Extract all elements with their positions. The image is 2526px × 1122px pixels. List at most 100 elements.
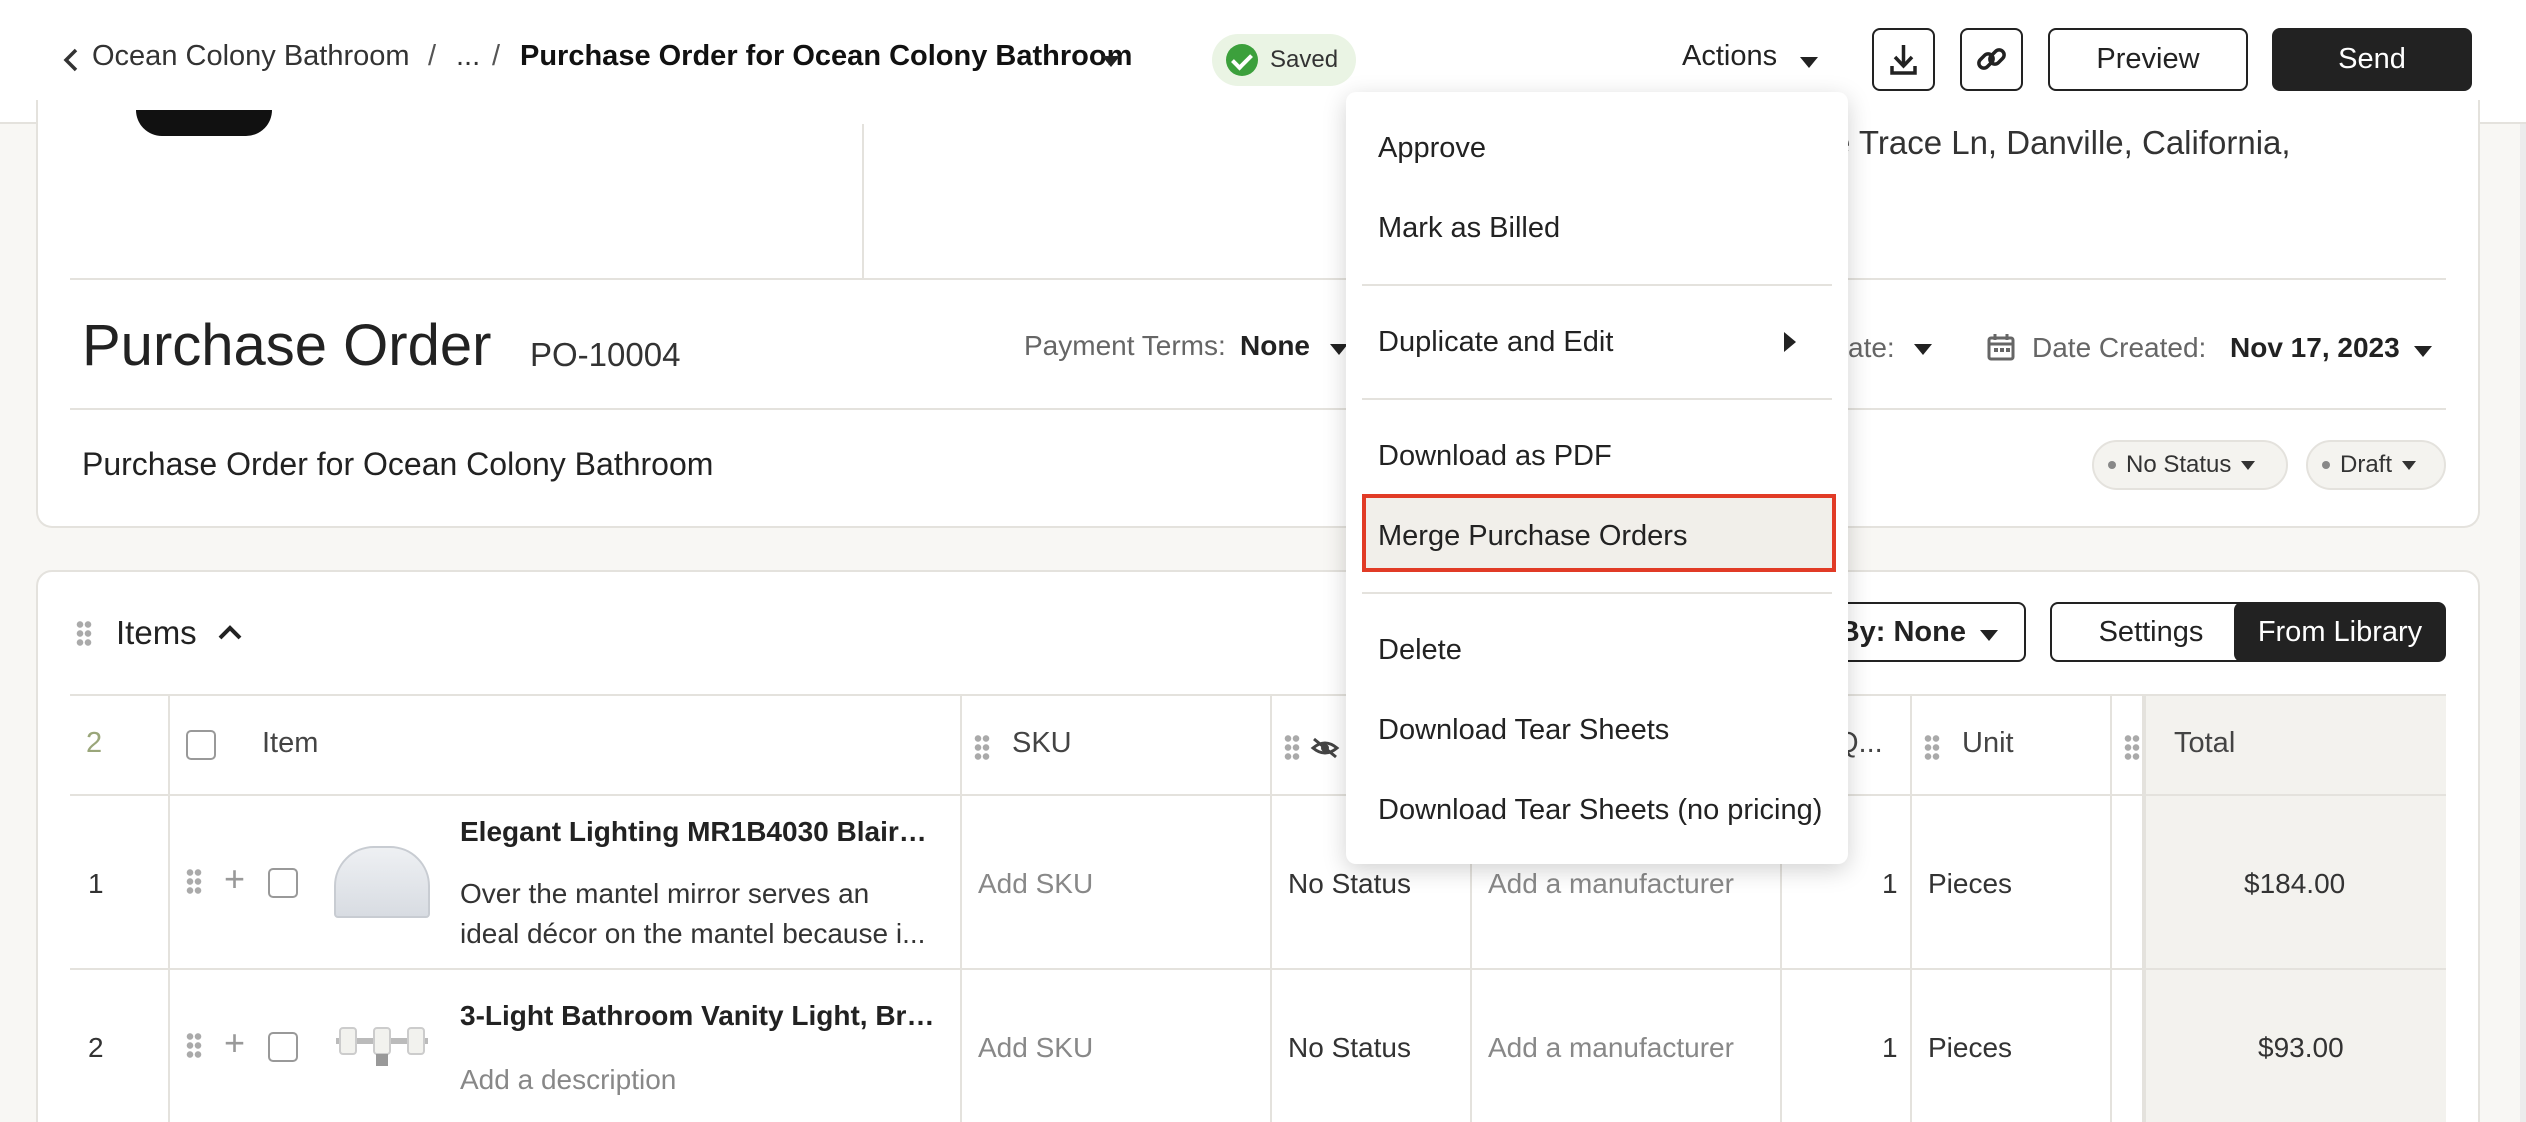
menu-item-download-tear-sheets-no-pricing[interactable]: Download Tear Sheets (no pricing) [1378, 794, 1822, 827]
po-subtitle[interactable]: Purchase Order for Ocean Colony Bathroom [82, 446, 713, 483]
item-description-line[interactable]: ideal décor on the mantel because i... [460, 918, 925, 950]
divider [862, 124, 864, 280]
actions-dropdown-icon[interactable] [1800, 55, 1818, 73]
select-all-checkbox[interactable] [186, 730, 216, 760]
send-button[interactable]: Send [2272, 28, 2472, 91]
items-section-title: Items [116, 614, 197, 651]
saved-label: Saved [1270, 46, 1339, 73]
actions-button[interactable]: Actions [1682, 40, 1777, 73]
menu-divider [1362, 398, 1832, 400]
column-divider [1910, 696, 1912, 1122]
breadcrumb-current[interactable]: Purchase Order for Ocean Colony Bathroom [520, 40, 1132, 73]
page-title: Purchase Order [82, 313, 492, 378]
download-icon [1890, 45, 1917, 75]
menu-divider [1362, 284, 1832, 286]
date-dropdown-icon[interactable] [1914, 342, 1932, 360]
sku-field[interactable]: Add SKU [978, 868, 1093, 900]
column-divider [960, 696, 962, 1122]
menu-divider [1362, 592, 1832, 594]
breadcrumb-ellipsis[interactable]: ... [456, 40, 480, 73]
row-divider [70, 794, 2446, 796]
quantity-field[interactable]: 1 [1882, 868, 1898, 900]
payment-terms-label: Payment Terms: [1024, 330, 1226, 361]
menu-item-download-tear-sheets[interactable]: Download Tear Sheets [1378, 714, 1669, 747]
draft-pill[interactable]: Draft [2306, 440, 2446, 490]
item-thumbnail-mirror [334, 846, 430, 918]
chevron-up-icon[interactable] [216, 620, 244, 644]
menu-item-approve[interactable]: Approve [1378, 132, 1486, 165]
status-dot-icon [2108, 461, 2116, 469]
caret-down-icon [2241, 460, 2256, 470]
item-status[interactable]: No Status [1288, 1032, 1411, 1064]
add-row-icon[interactable]: + [224, 1022, 245, 1064]
column-header-sku[interactable]: SKU [1012, 727, 1072, 760]
row-checkbox[interactable] [268, 1032, 298, 1062]
drag-handle-icon[interactable] [186, 1032, 202, 1058]
drag-handle-icon[interactable] [1284, 734, 1300, 760]
item-name[interactable]: Elegant Lighting MR1B4030 Blaire 3... [460, 816, 940, 848]
vendor-address: e Trace Ln, Danville, California, [1832, 124, 2291, 161]
row-checkbox[interactable] [268, 868, 298, 898]
date-created-dropdown-icon[interactable] [2414, 344, 2432, 362]
divider [70, 278, 2446, 280]
chevron-left-icon[interactable] [60, 44, 82, 76]
menu-item-delete[interactable]: Delete [1378, 634, 1462, 667]
unit-field[interactable]: Pieces [1928, 1032, 2012, 1064]
add-row-icon[interactable]: + [224, 858, 245, 900]
item-name[interactable]: 3-Light Bathroom Vanity Light, Brus... [460, 1000, 940, 1032]
drag-handle-icon[interactable] [2124, 734, 2140, 760]
submenu-arrow-icon [1784, 332, 1796, 352]
sku-field[interactable]: Add SKU [978, 1032, 1093, 1064]
from-library-button[interactable]: From Library [2234, 602, 2446, 662]
unit-field[interactable]: Pieces [1928, 868, 2012, 900]
item-description-line[interactable]: Over the mantel mirror serves an [460, 878, 869, 910]
column-header-item[interactable]: Item [262, 727, 318, 760]
row-total: $93.00 [2258, 1032, 2344, 1063]
date-created-value[interactable]: Nov 17, 2023 [2230, 332, 2400, 364]
copy-link-button[interactable] [1960, 28, 2023, 91]
actions-menu: Approve Mark as Billed Duplicate and Edi… [1346, 92, 1848, 864]
eye-off-icon[interactable] [1310, 736, 1340, 760]
quantity-field[interactable]: 1 [1882, 1032, 1898, 1064]
preview-button[interactable]: Preview [2048, 28, 2248, 91]
breadcrumb-dropdown-icon[interactable] [1102, 54, 1120, 72]
calendar-icon [1987, 334, 2015, 361]
item-thumbnail-vanity-light [336, 1027, 428, 1066]
status-pill[interactable]: No Status [2092, 440, 2288, 490]
group-by-label: By: None [1838, 615, 1966, 648]
drag-handle-icon[interactable] [1924, 734, 1940, 760]
check-circle-icon [1226, 44, 1258, 76]
scrollbar[interactable] [2520, 124, 2526, 1122]
drag-handle-icon[interactable] [76, 620, 92, 646]
caret-down-icon [2402, 460, 2417, 470]
item-description[interactable]: Add a description [460, 1064, 676, 1096]
column-header-unit[interactable]: Unit [1962, 727, 2014, 760]
settings-button[interactable]: Settings [2050, 602, 2252, 662]
po-number[interactable]: PO-10004 [530, 336, 680, 374]
date-label: ate: [1848, 332, 1895, 363]
menu-item-download-as-pdf[interactable]: Download as PDF [1378, 440, 1612, 473]
date-created-label: Date Created: [2032, 332, 2207, 363]
divider [70, 408, 2446, 410]
menu-item-duplicate-and-edit[interactable]: Duplicate and Edit [1378, 326, 1613, 359]
manufacturer-field[interactable]: Add a manufacturer [1488, 868, 1734, 900]
status-pill-label: No Status [2126, 451, 2232, 478]
drag-handle-icon[interactable] [974, 734, 990, 760]
breadcrumb-separator: / [428, 40, 437, 72]
column-header-total[interactable]: Total [2174, 727, 2235, 760]
menu-item-merge-purchase-orders[interactable]: Merge Purchase Orders [1378, 520, 1687, 553]
drag-handle-icon[interactable] [186, 868, 202, 894]
status-dot-icon [2322, 461, 2330, 469]
row-index: 1 [88, 868, 104, 899]
manufacturer-field[interactable]: Add a manufacturer [1488, 1032, 1734, 1064]
breadcrumb-separator: / [492, 40, 501, 72]
item-status[interactable]: No Status [1288, 868, 1411, 900]
saved-status-badge: Saved [1212, 34, 1356, 86]
payment-terms-value[interactable]: None [1240, 330, 1310, 362]
download-button[interactable] [1872, 28, 1935, 91]
caret-down-icon [1980, 616, 1998, 649]
menu-item-mark-as-billed[interactable]: Mark as Billed [1378, 212, 1560, 245]
draft-pill-label: Draft [2340, 451, 2393, 478]
column-divider [2110, 696, 2112, 1122]
breadcrumb-parent[interactable]: Ocean Colony Bathroom [92, 40, 410, 73]
